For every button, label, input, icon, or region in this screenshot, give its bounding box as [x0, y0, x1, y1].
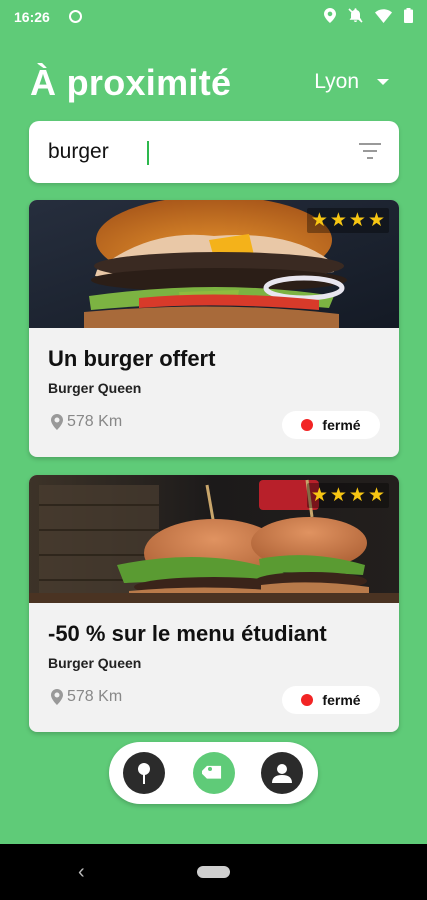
system-nav-bar: ‹ [0, 844, 427, 900]
wifi-icon [375, 8, 392, 23]
distance-label: 578 Km [67, 688, 123, 705]
card-distance: 578 Km [51, 688, 122, 706]
tag-icon [202, 765, 222, 779]
card-title: -50 % sur le menu étudiant [48, 621, 327, 646]
city-dropdown-label: Lyon [314, 70, 359, 93]
nav-profile-button[interactable] [261, 752, 303, 794]
filter-icon[interactable] [359, 142, 381, 160]
mute-icon [348, 8, 363, 23]
nav-map-button[interactable] [123, 752, 165, 794]
status-label: fermé [322, 692, 361, 708]
page-title: À proximité [30, 62, 232, 103]
card-vendor: Burger Queen [48, 655, 142, 671]
user-icon [272, 764, 292, 783]
deal-card[interactable]: ★ ★ ★ ★ Un burger offert Burger Queen 57… [29, 200, 399, 457]
status-badge: fermé [282, 686, 380, 714]
map-pin-icon [138, 763, 150, 784]
nav-deals-button[interactable] [193, 752, 235, 794]
rating-stars: ★ ★ ★ ★ [306, 483, 389, 508]
star-icon: ★ [367, 210, 385, 231]
notification-app-icon [69, 10, 82, 23]
card-distance: 578 Km [51, 413, 122, 431]
star-icon: ★ [348, 210, 366, 231]
home-button[interactable] [197, 866, 230, 878]
star-icon: ★ [329, 210, 347, 231]
closed-dot-icon [301, 419, 314, 431]
status-label: fermé [322, 417, 361, 433]
deal-card[interactable]: ★ ★ ★ ★ -50 % sur le menu étudiant Burge… [29, 475, 399, 732]
city-dropdown[interactable]: Lyon [314, 70, 389, 94]
caret-down-icon [377, 79, 389, 85]
star-icon: ★ [367, 485, 385, 506]
map-pin-icon [51, 414, 63, 430]
text-cursor [147, 141, 149, 165]
status-icons [324, 8, 413, 23]
closed-dot-icon [301, 694, 314, 706]
map-pin-icon [51, 689, 63, 705]
status-bar: 16:26 [0, 0, 427, 34]
battery-icon [404, 8, 413, 23]
star-icon: ★ [310, 210, 328, 231]
star-icon: ★ [348, 485, 366, 506]
bottom-nav [109, 742, 318, 804]
star-icon: ★ [310, 485, 328, 506]
rating-stars: ★ ★ ★ ★ [306, 208, 389, 233]
search-bar [29, 121, 399, 183]
search-input[interactable] [48, 135, 328, 169]
status-time: 16:26 [14, 9, 50, 25]
card-vendor: Burger Queen [48, 380, 142, 396]
card-title: Un burger offert [48, 346, 216, 371]
status-badge: fermé [282, 411, 380, 439]
location-icon [324, 8, 336, 23]
distance-label: 578 Km [67, 413, 123, 430]
back-icon[interactable]: ‹ [78, 862, 85, 882]
star-icon: ★ [329, 485, 347, 506]
